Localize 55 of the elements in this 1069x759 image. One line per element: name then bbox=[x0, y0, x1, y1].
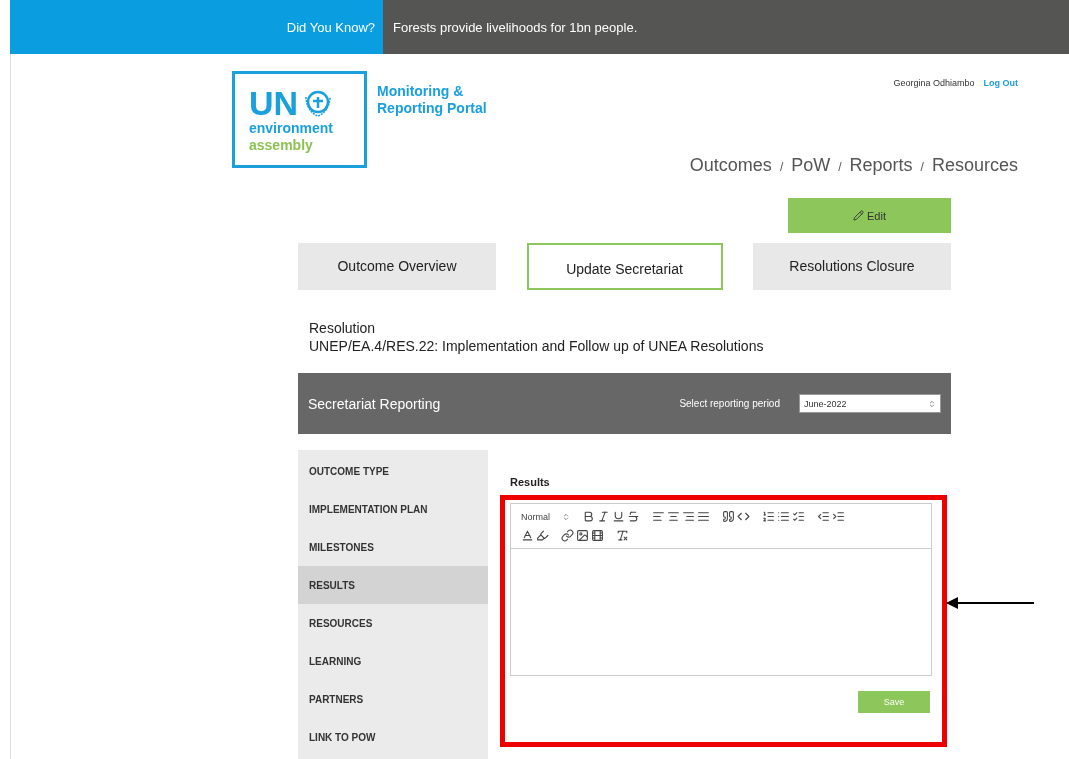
sidebar-item[interactable]: LINK TO POW bbox=[298, 718, 488, 756]
banner-label: Did You Know? bbox=[286, 19, 375, 35]
tab[interactable]: Resolutions Closure bbox=[753, 243, 951, 290]
format-select[interactable]: Normal bbox=[521, 511, 570, 522]
logo: UN environment assembly bbox=[232, 71, 367, 168]
align-left-icon[interactable] bbox=[652, 510, 665, 523]
sidebar-item[interactable]: IMPLEMENTATION PLAN bbox=[298, 490, 488, 528]
pencil-icon bbox=[853, 210, 864, 221]
sidebar-item[interactable]: RESULTS bbox=[298, 566, 488, 604]
reporting-title: Secretariat Reporting bbox=[308, 395, 442, 412]
bullet-list-icon[interactable] bbox=[777, 510, 790, 523]
nav-link[interactable]: PoW bbox=[791, 155, 831, 176]
code-icon[interactable] bbox=[737, 510, 750, 523]
ordered-list-icon[interactable] bbox=[762, 510, 775, 523]
banner-fact: Forests provide livelihoods for 1bn people. bbox=[393, 19, 638, 35]
nav-link[interactable]: Resources bbox=[931, 155, 1018, 176]
align-center-icon[interactable] bbox=[667, 510, 680, 523]
period-select[interactable]: June-2022 bbox=[799, 394, 941, 413]
tab[interactable]: Update Secretariat bbox=[526, 243, 723, 290]
align-justify-icon[interactable] bbox=[697, 510, 710, 523]
image-icon[interactable] bbox=[576, 529, 589, 542]
resolution-label: Resolution bbox=[309, 319, 377, 337]
resolution-title: UNEP/EA.4/RES.22: Implementation and Follow up of UNEA Resolutions bbox=[309, 337, 765, 355]
sidebar-item[interactable]: LEARNING bbox=[298, 642, 488, 680]
dropdown-icon bbox=[928, 399, 936, 408]
nav-link[interactable]: Outcomes bbox=[689, 155, 772, 176]
sidebar-item[interactable]: RESOURCES bbox=[298, 604, 488, 642]
quote-icon[interactable] bbox=[722, 510, 735, 523]
tab[interactable]: Outcome Overview bbox=[298, 243, 496, 290]
bold-icon[interactable] bbox=[582, 510, 595, 523]
outdent-icon[interactable] bbox=[817, 510, 830, 523]
nav-separator: / bbox=[838, 160, 842, 174]
align-right-icon[interactable] bbox=[682, 510, 695, 523]
sidebar-item[interactable]: PARTNERS bbox=[298, 680, 488, 718]
nav-link[interactable]: Reports bbox=[849, 155, 913, 176]
nav-separator: / bbox=[920, 160, 924, 174]
italic-icon[interactable] bbox=[597, 510, 610, 523]
edit-button[interactable]: Edit bbox=[788, 198, 951, 233]
sidebar-item[interactable]: OUTCOME TYPE bbox=[298, 452, 488, 490]
nav-separator: / bbox=[779, 160, 784, 174]
checklist-icon[interactable] bbox=[792, 510, 805, 523]
period-label: Select reporting period bbox=[679, 398, 780, 409]
underline-icon[interactable] bbox=[612, 510, 625, 523]
user-name: Georgina Odhiambo bbox=[893, 78, 975, 88]
clear-format-icon[interactable] bbox=[616, 529, 629, 542]
indent-icon[interactable] bbox=[832, 510, 845, 523]
video-icon[interactable] bbox=[591, 529, 604, 542]
editor-label: Results bbox=[510, 476, 551, 488]
link-icon[interactable] bbox=[561, 529, 574, 542]
highlight-icon[interactable] bbox=[536, 529, 549, 542]
portal-title: Monitoring & Reporting Portal bbox=[377, 83, 487, 118]
sidebar-item[interactable]: MILESTONES bbox=[298, 528, 488, 566]
strikethrough-icon[interactable] bbox=[627, 510, 640, 523]
text-color-icon[interactable] bbox=[521, 529, 534, 542]
dropdown-icon bbox=[562, 512, 570, 521]
